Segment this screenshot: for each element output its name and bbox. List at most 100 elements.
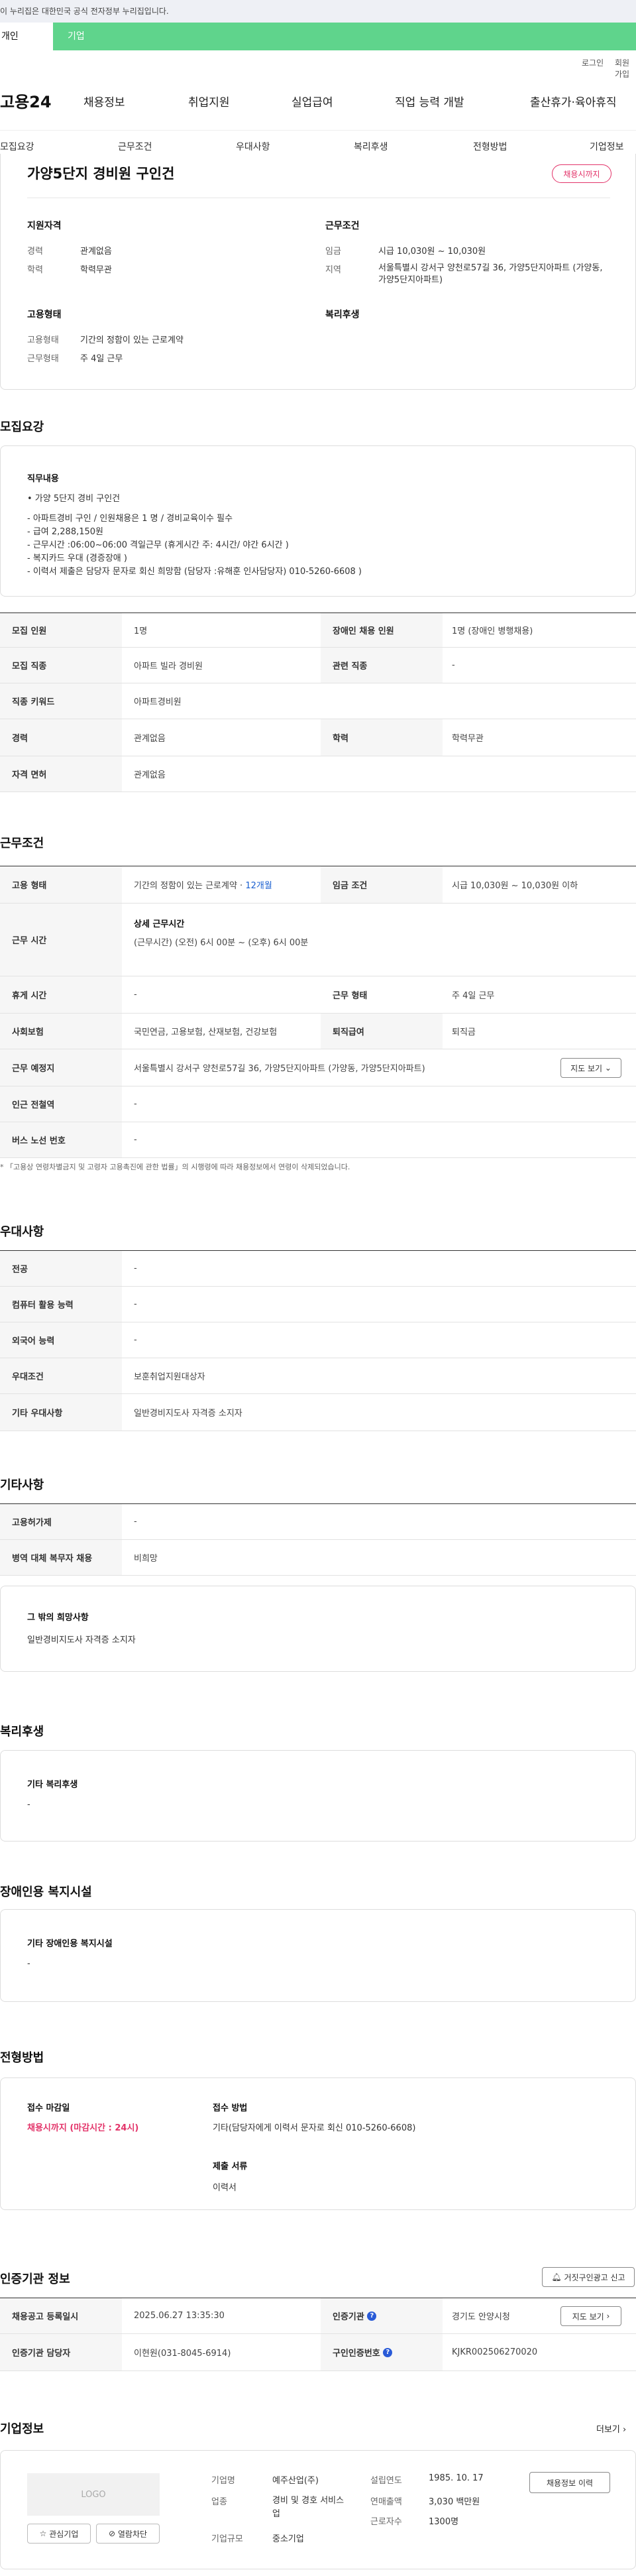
table-cell: 서울특별시 강서구 양천로57길 36, 가양5단지아파트 (가양동, 가양5단…	[134, 1064, 425, 1074]
table-cell: 학력무관	[452, 734, 484, 744]
other-wishes-title: 그 밖의 희망사항	[27, 1613, 89, 1623]
table-row: 모집 인원 1명 장애인 채용 인원 1명 (장애인 병행채용)	[0, 613, 636, 648]
contract-period-link[interactable]: 12개월	[245, 878, 272, 891]
wage-label: 임금	[325, 247, 341, 257]
disabled-box-title: 기타 장애인용 복지시설	[27, 1939, 113, 1949]
gnb-parental-leave[interactable]: 출산휴가·육아휴직	[530, 93, 617, 109]
company-employees-value: 1300명	[429, 2517, 459, 2527]
login-link[interactable]: 로그인	[582, 57, 604, 68]
favorite-company-button[interactable]: ☆ 관심기업	[27, 2524, 91, 2544]
job-description-bullet: • 가양 5단지 경비 구인건	[27, 494, 121, 504]
gnb-employment-support[interactable]: 취업지원	[188, 93, 230, 109]
table-cell: 주 4일 근무	[452, 991, 495, 1001]
job-description-title: 직무내용	[27, 474, 59, 484]
subnav-preference[interactable]: 우대사항	[236, 140, 270, 153]
table-row: 모집 직종 아파트 빌라 경비원 관련 직종 -	[0, 648, 636, 683]
table-row: 사회보험 국민연금, 고용보험, 산재보험, 건강보험 퇴직급여 퇴직금	[0, 1014, 636, 1049]
info-icon[interactable]: ?	[367, 2311, 377, 2321]
welfare-section-heading: 복리후생	[0, 1725, 44, 1739]
table-row: 직종 키워드 아파트경비원	[0, 683, 636, 719]
table-row: 고용허가제 -	[0, 1504, 636, 1540]
disabled-box-text: -	[27, 1959, 30, 1969]
education-label: 학력	[27, 265, 43, 275]
subnav-recruit[interactable]: 모집요강	[0, 140, 34, 153]
site-logo[interactable]: 고용24	[0, 89, 52, 112]
job-description-body: - 아파트경비 구인 / 인원채용은 1 명 / 경비교육이수 필수 - 급여 …	[27, 514, 362, 577]
recruit-table: 모집 인원 1명 장애인 채용 인원 1명 (장애인 병행채용) 모집 직종 아…	[0, 613, 636, 793]
tab-business[interactable]: 기업	[53, 23, 132, 50]
table-header: 채용공고 등록일시	[0, 2298, 122, 2333]
subnav-company[interactable]: 기업정보	[590, 140, 624, 153]
table-header: 휴게 시간	[0, 976, 122, 1013]
gov-banner: 이 누리집은 대한민국 공식 전자정부 누리집입니다.	[0, 0, 636, 23]
audience-tabs: 개인 기업	[0, 23, 636, 50]
map-button-label: 지도 보기	[570, 1063, 603, 1073]
gnb-jobs[interactable]: 채용정보	[83, 93, 125, 109]
company-logo-placeholder: LOGO	[27, 2473, 160, 2516]
signup-link[interactable]: 회원가입	[615, 57, 636, 80]
info-icon[interactable]: ?	[383, 2347, 393, 2357]
process-heading: 전형방법	[0, 2051, 44, 2065]
tab-personal[interactable]: 개인	[0, 23, 53, 50]
gnb-unemployment[interactable]: 실업급여	[292, 93, 333, 109]
table-header: 기타 우대사항	[0, 1394, 122, 1431]
table-header: 모집 인원	[0, 613, 122, 647]
table-row: 인근 전철역 -	[0, 1086, 636, 1122]
table-cell: 1명	[134, 626, 148, 636]
table-header: 인증기관 ?	[321, 2298, 443, 2333]
table-cell: -	[134, 1135, 137, 1145]
report-false-ad-button[interactable]: 🔔︎ 거짓구인광고 신고	[542, 2267, 635, 2287]
work-hours-value: (근무시간) (오전) 6시 00분 ~ (오후) 6시 00분	[134, 938, 309, 948]
table-cell: 비희망	[134, 1554, 158, 1564]
table-cell: 국민연금, 고용보험, 산재보험, 건강보험	[134, 1027, 278, 1037]
table-cell: 퇴직금	[452, 1027, 476, 1037]
star-icon: ☆	[39, 2529, 47, 2538]
table-header: 버스 노선 번호	[0, 1122, 122, 1157]
subnav-conditions[interactable]: 근무조건	[118, 140, 152, 153]
process-box: 접수 마감일 채용시까지 (마감시간 : 24시) 접수 방법 기타(담당자에게…	[0, 2078, 636, 2210]
table-cell: -	[452, 660, 455, 670]
etc-heading: 기타사항	[0, 1478, 44, 1492]
company-sales-label: 연매출액	[370, 2497, 402, 2507]
table-cell: -	[134, 990, 137, 1000]
table-row: 채용공고 등록일시 2025.06.27 13:35:30 인증기관 ? 경기도…	[0, 2298, 636, 2334]
company-founded-label: 설립연도	[370, 2476, 402, 2486]
chevron-down-icon: ⌄	[604, 1063, 611, 1073]
conditions-heading: 근무조건	[325, 221, 360, 231]
apply-method-value: 기타(담당자에게 이력서 문자로 회신 010-5260-6608)	[213, 2123, 416, 2133]
work-location-map-button[interactable]: 지도 보기 ⌄	[560, 1058, 621, 1078]
conditions-table: 고용 형태 기간의 정함이 있는 근로계약 · 12개월 임금 조건 시급 10…	[0, 866, 636, 1158]
table-cell: -	[134, 1263, 137, 1273]
work-form-value: 주 4일 근무	[80, 354, 123, 364]
chevron-right-icon: ›	[623, 2425, 627, 2435]
table-header: 근무 시간	[0, 904, 122, 976]
disabled-facilities-box: 기타 장애인용 복지시설 -	[0, 1909, 636, 2002]
table-row: 기타 우대사항 일반경비지도사 자격증 소지자	[0, 1394, 636, 1431]
employment-type-cell: 기간의 정함이 있는 근로계약 · 12개월	[134, 866, 272, 903]
table-header: 고용허가제	[0, 1504, 122, 1539]
table-row: 외국어 능력 -	[0, 1322, 636, 1358]
subnav-process[interactable]: 전형방법	[473, 140, 507, 153]
company-more-link[interactable]: 더보기 ›	[596, 2422, 626, 2435]
table-row: 버스 노선 번호 -	[0, 1122, 636, 1158]
employment-type-text: 기간의 정함이 있는 근로계약 ·	[134, 881, 243, 891]
recruit-history-button[interactable]: 채용정보 이력	[529, 2472, 610, 2493]
deadline-badge: 채용시까지	[552, 164, 611, 183]
table-header: 관련 직종	[321, 648, 443, 683]
subnav-welfare[interactable]: 복리후생	[354, 140, 388, 153]
favorite-label: 관심기업	[49, 2529, 79, 2539]
welfare-box-text: -	[27, 1800, 30, 1810]
gnb-training[interactable]: 직업 능력 개발	[395, 93, 464, 109]
conditions-section-heading: 근무조건	[0, 837, 44, 850]
table-header: 사회보험	[0, 1014, 122, 1049]
wage-value: 시급 10,030원 ~ 10,030원	[378, 247, 486, 257]
other-wishes-box: 그 밖의 희망사항 일반경비지도사 자격증 소지자	[0, 1586, 636, 1672]
table-cell: 1명 (장애인 병행채용)	[452, 626, 533, 636]
table-row: 근무 예정지 서울특별시 강서구 양천로57길 36, 가양5단지아파트 (가양…	[0, 1049, 636, 1086]
block-company-button[interactable]: ⊘ 열람차단	[96, 2524, 160, 2544]
company-size-label: 기업규모	[211, 2534, 243, 2544]
table-cell: 아파트경비원	[134, 697, 182, 707]
cert-org-map-button[interactable]: 지도 보기 ›	[560, 2306, 621, 2326]
table-cell: -	[134, 1299, 137, 1309]
preference-table: 전공 - 컴퓨터 활용 능력 - 외국어 능력 - 우대조건 보훈취업지원대상자 기타 …	[0, 1250, 636, 1431]
